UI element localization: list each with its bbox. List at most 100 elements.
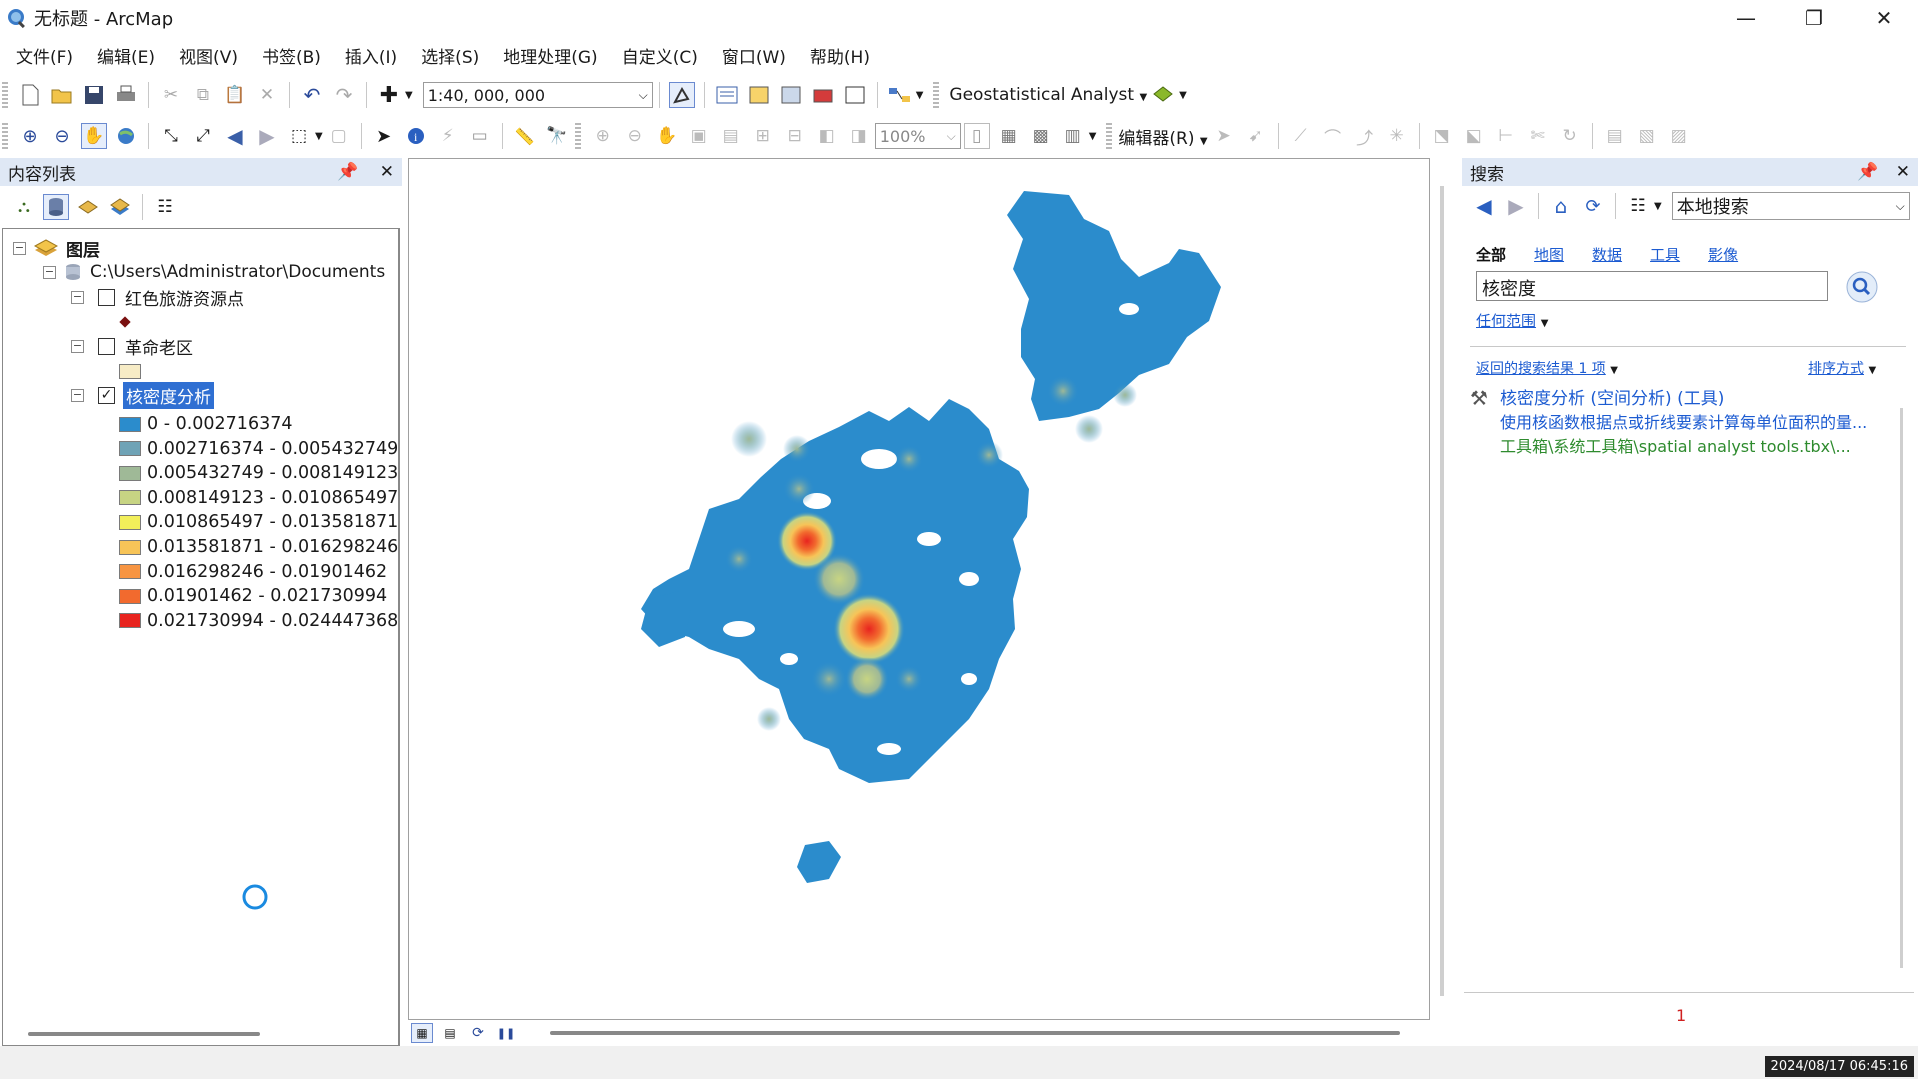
paste-button[interactable]: 📋 [222, 82, 248, 108]
search-vertical-scrollbar[interactable] [1900, 408, 1903, 968]
dropdown-icon[interactable]: ▼ [1179, 90, 1187, 101]
toc-options-button[interactable]: ☷ [152, 194, 178, 220]
menu-file[interactable]: 文件(F) [16, 43, 73, 68]
sketch-properties-button[interactable]: ▧ [1634, 123, 1660, 149]
data-view-button[interactable]: ▦ [411, 1023, 433, 1043]
toolbar-grip[interactable] [2, 123, 8, 149]
datasource-row[interactable]: − C:\Users\Administrator\Documents [43, 259, 385, 285]
legend-item[interactable]: 0.021730994 - 0.024447368 [119, 608, 398, 634]
legend-item[interactable]: 0.013581871 - 0.016298246 [119, 534, 398, 560]
search-back-button[interactable]: ◀ [1471, 193, 1497, 219]
toolbar-grip[interactable] [2, 82, 8, 108]
menu-insert[interactable]: 插入(I) [345, 43, 397, 68]
minimize-button[interactable]: — [1712, 0, 1780, 36]
dropdown-icon[interactable]: ▼ [916, 90, 924, 101]
zoom-100-button[interactable]: ▤ [718, 123, 744, 149]
collapse-icon[interactable]: − [71, 339, 84, 353]
page-number[interactable]: 1 [1676, 1006, 1686, 1025]
legend-item[interactable]: 0.005432749 - 0.008149123 [119, 460, 398, 486]
list-by-drawing-order-button[interactable]: ⛬ [11, 194, 37, 220]
search-refresh-button[interactable]: ⟳ [1580, 193, 1606, 219]
layout-forward-button[interactable]: ◨ [846, 123, 872, 149]
layers-root-row[interactable]: − 图层 [13, 235, 100, 261]
map-scale-combo[interactable]: 1:40, 000, 000 ⌵ [422, 82, 653, 108]
list-by-selection-button[interactable] [107, 194, 133, 220]
arctoolbox-button[interactable] [810, 82, 836, 108]
menu-bookmarks[interactable]: 书签(B) [262, 43, 321, 68]
any-extent-filter[interactable]: 任何范围 ▼ [1476, 310, 1549, 331]
legend-item[interactable]: 0.01901462 - 0.021730994 [119, 583, 387, 609]
straight-segment-button[interactable]: ⟋ [1288, 123, 1314, 149]
open-button[interactable] [49, 82, 75, 108]
menu-geoprocessing[interactable]: 地理处理(G) [503, 43, 597, 68]
select-features-button[interactable]: ⬚ [286, 123, 312, 149]
layer-row-kernel-density[interactable]: − ✓ 核密度分析 [71, 381, 214, 409]
trace-button[interactable]: ⤴ [1352, 123, 1378, 149]
tab-maps[interactable]: 地图 [1534, 244, 1564, 265]
restore-button[interactable]: ❐ [1780, 0, 1848, 36]
copy-button[interactable]: ⧉ [190, 82, 216, 108]
hyperlink-button[interactable]: ⚡ [435, 123, 461, 149]
legend-item[interactable]: 0.010865497 - 0.013581871 [119, 509, 398, 535]
delete-button[interactable]: ✕ [254, 82, 280, 108]
fixed-zoom-out-button[interactable]: ⤢ [190, 123, 216, 149]
full-extent-button[interactable] [113, 123, 139, 149]
map-vertical-scrollbar[interactable] [1440, 186, 1444, 996]
cut-button[interactable]: ✂ [158, 82, 184, 108]
toolbar-grip[interactable] [1106, 123, 1113, 149]
dropdown-icon[interactable]: ▼ [1654, 201, 1662, 212]
tab-tools[interactable]: 工具 [1650, 244, 1680, 265]
legend-item[interactable]: 0.008149123 - 0.010865497 [119, 485, 398, 511]
dropdown-icon[interactable]: ▼ [315, 131, 323, 142]
add-data-dropdown-icon[interactable]: ▼ [405, 90, 413, 101]
menu-customize[interactable]: 自定义(C) [622, 43, 698, 68]
pause-drawing-button[interactable]: ❚❚ [495, 1023, 517, 1043]
layout-zoom-combo[interactable]: 100% ⌵ [874, 123, 961, 149]
search-input[interactable]: 核密度 [1476, 271, 1828, 301]
layer-visibility-checkbox[interactable] [98, 337, 115, 355]
pin-icon[interactable]: 📌 [337, 162, 358, 182]
layout-back-button[interactable]: ◧ [814, 123, 840, 149]
data-driven-pages-button[interactable]: ▥ [1060, 123, 1086, 149]
collapse-icon[interactable]: − [71, 388, 84, 402]
model-builder-button[interactable] [887, 82, 913, 108]
redo-button[interactable]: ↷ [331, 82, 357, 108]
tab-images[interactable]: 影像 [1708, 244, 1738, 265]
legend-item[interactable]: 0.002716374 - 0.005432749 [119, 436, 398, 462]
refresh-button[interactable]: ⟳ [467, 1023, 489, 1043]
legend-item[interactable]: 0 - 0.002716374 [119, 411, 292, 437]
point-button[interactable]: ✳ [1384, 123, 1410, 149]
table-of-contents-button[interactable] [714, 82, 740, 108]
search-home-button[interactable]: ⌂ [1548, 193, 1574, 219]
edit-tool-button[interactable]: ➤ [1211, 123, 1237, 149]
close-icon[interactable]: ✕ [380, 162, 394, 182]
layout-fixed-zoom-out-button[interactable]: ⊟ [782, 123, 808, 149]
split-tool-button[interactable]: ✄ [1525, 123, 1551, 149]
zoom-whole-page-button[interactable]: ▣ [686, 123, 712, 149]
print-button[interactable] [113, 82, 139, 108]
layout-pan-button[interactable]: ✋ [654, 123, 680, 149]
catalog-button[interactable] [746, 82, 772, 108]
zoom-out-button[interactable]: ⊖ [49, 123, 75, 149]
layer-visibility-checkbox[interactable]: ✓ [98, 386, 115, 404]
search-forward-button[interactable]: ▶ [1503, 193, 1529, 219]
sort-by-link[interactable]: 排序方式 ▼ [1808, 358, 1876, 378]
horizontal-scrollbar[interactable] [28, 1032, 260, 1036]
python-window-button[interactable] [842, 82, 868, 108]
results-count-link[interactable]: 返回的搜索结果 1 项 ▼ [1476, 358, 1618, 378]
close-icon[interactable]: ✕ [1896, 162, 1910, 182]
toggle-draft-mode-button[interactable]: ▯ [963, 123, 990, 149]
tab-all[interactable]: 全部 [1476, 244, 1506, 265]
layout-zoom-out-button[interactable]: ⊖ [622, 123, 648, 149]
reshape-feature-button[interactable]: ⬕ [1461, 123, 1487, 149]
collapse-icon[interactable]: − [71, 290, 84, 304]
add-data-button[interactable]: ✚ [376, 82, 402, 108]
fixed-zoom-in-button[interactable]: ⤡ [158, 123, 184, 149]
menu-selection[interactable]: 选择(S) [421, 43, 479, 68]
select-elements-button[interactable]: ➤ [371, 123, 397, 149]
attributes-button[interactable]: ▤ [1602, 123, 1628, 149]
measure-button[interactable]: 📏 [512, 123, 538, 149]
close-button[interactable]: ✕ [1850, 0, 1918, 36]
pan-button[interactable]: ✋ [81, 123, 107, 149]
edit-annotation-button[interactable]: ➹ [1243, 123, 1269, 149]
